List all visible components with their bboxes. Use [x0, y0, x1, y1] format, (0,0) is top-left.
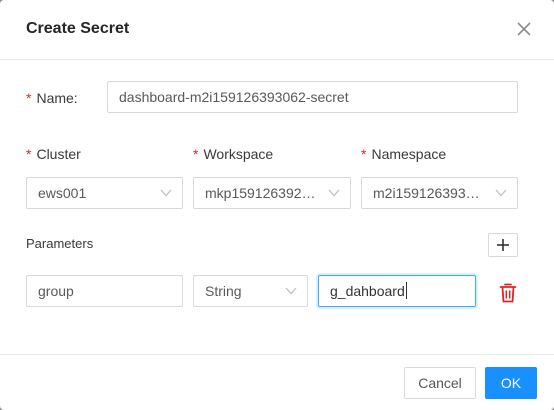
parameters-label: Parameters — [26, 236, 94, 251]
text-caret — [405, 282, 407, 299]
required-mark: * — [26, 90, 32, 106]
required-mark: * — [193, 146, 199, 162]
parameter-type-select[interactable]: String — [193, 275, 308, 307]
close-button[interactable] — [514, 19, 534, 39]
required-mark: * — [26, 146, 32, 162]
plus-icon — [497, 239, 509, 251]
cluster-select-value: ews001 — [38, 185, 87, 201]
ok-button[interactable]: OK — [485, 367, 537, 399]
cluster-label: * Cluster — [26, 146, 81, 162]
dialog-footer: Cancel OK — [0, 354, 554, 410]
close-icon — [517, 22, 531, 36]
namespace-select[interactable]: m2i1591263930... — [361, 177, 518, 209]
namespace-select-value: m2i1591263930... — [373, 185, 486, 201]
dialog-header: Create Secret — [0, 0, 554, 60]
name-input[interactable]: dashboard-m2i159126393062-secret — [107, 81, 518, 113]
workspace-select-value: mkp1591263929... — [205, 185, 321, 201]
chevron-down-icon — [328, 189, 340, 197]
namespace-label: * Namespace — [361, 146, 447, 162]
trash-icon — [499, 283, 517, 303]
add-parameter-button[interactable] — [488, 233, 518, 257]
workspace-label: * Workspace — [193, 146, 274, 162]
cancel-button[interactable]: Cancel — [404, 367, 476, 399]
delete-parameter-button[interactable] — [498, 282, 518, 304]
chevron-down-icon — [160, 189, 172, 197]
workspace-select[interactable]: mkp1591263929... — [193, 177, 351, 209]
dialog-title: Create Secret — [26, 20, 130, 37]
parameter-type-value: String — [205, 283, 242, 299]
parameter-key-input[interactable]: group — [26, 275, 183, 307]
chevron-down-icon — [285, 287, 297, 295]
name-label: * Name: — [26, 90, 78, 106]
parameter-value-text: g_dahboard — [330, 283, 405, 299]
cluster-select[interactable]: ews001 — [26, 177, 183, 209]
chevron-down-icon — [495, 189, 507, 197]
required-mark: * — [361, 146, 367, 162]
create-secret-dialog: Create Secret * Name: dashboard-m2i159126… — [0, 0, 554, 410]
parameter-value-input[interactable]: g_dahboard — [318, 275, 476, 307]
